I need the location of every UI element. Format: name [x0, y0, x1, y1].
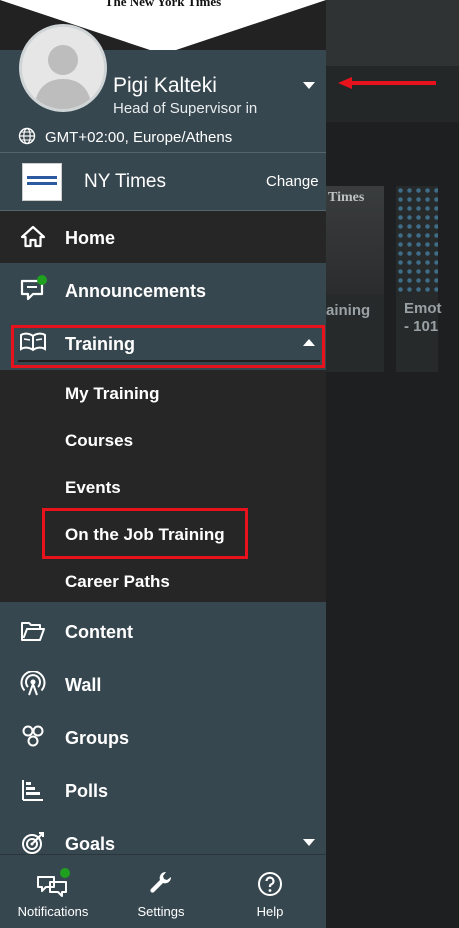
- broadcast-icon: [20, 671, 46, 696]
- nav-item-announcements-label: Announcements: [65, 281, 207, 301]
- highlight-box-on-the-job-training: [42, 508, 248, 559]
- organization-name: NY Times: [84, 171, 167, 192]
- settings-button[interactable]: Settings: [108, 855, 214, 928]
- background-card-emotional[interactable]: Emot - 101: [396, 186, 442, 372]
- user-role: Head of Supervisor in: [113, 100, 258, 117]
- training-submenu: [0, 370, 326, 602]
- target-icon: [22, 832, 44, 854]
- bottom-bar: Notifications Settings Help: [0, 854, 326, 928]
- help-label: Help: [256, 904, 284, 919]
- nav-item-home[interactable]: [0, 211, 326, 263]
- timezone-label: GMT+02:00, Europe/Athens: [45, 129, 233, 146]
- scroll-more-icon[interactable]: [303, 839, 315, 846]
- avatar-placeholder-icon: [22, 27, 104, 109]
- organization-logo-line: [27, 182, 57, 185]
- red-arrow-annotation: [338, 77, 436, 89]
- notifications-button[interactable]: Notifications: [0, 855, 106, 928]
- background-header: [326, 0, 459, 66]
- home-icon: [20, 225, 46, 248]
- background-card-logo: Times: [328, 190, 365, 205]
- user-name: Pigi Kalteki: [113, 74, 217, 97]
- nav-item-groups[interactable]: [0, 710, 326, 762]
- navigation-drawer: The New York Times Pigi Kalteki Head of …: [0, 0, 326, 928]
- profile-dropdown-icon[interactable]: [303, 82, 315, 89]
- background-card-title: Emot - 101: [404, 300, 442, 336]
- banner-logo: The New York Times: [104, 0, 222, 9]
- notifications-label: Notifications: [17, 904, 89, 919]
- poll-chart-icon: [22, 780, 43, 801]
- avatar[interactable]: [19, 24, 107, 112]
- nav-item-groups-label: Groups: [65, 728, 130, 748]
- folder-icon: [21, 622, 45, 641]
- nav-item-content-label: Content: [65, 622, 133, 642]
- submenu-item-my-training[interactable]: My Training: [65, 384, 159, 404]
- nav-item-wall-label: Wall: [65, 675, 102, 695]
- nav-item-home-label: Home: [65, 228, 116, 248]
- organization-logo: [22, 163, 62, 201]
- background-card-pattern-image: [396, 186, 438, 294]
- nav-item-wall[interactable]: [0, 657, 326, 709]
- change-organization-button[interactable]: Change: [266, 173, 319, 190]
- help-button[interactable]: Help: [216, 855, 324, 928]
- background-card-training[interactable]: Times aining: [326, 186, 384, 372]
- background-card-title-line1: Emot: [404, 300, 442, 317]
- nav-item-polls-label: Polls: [65, 781, 109, 801]
- nav-item-polls[interactable]: [0, 763, 326, 815]
- background-card-title: aining: [326, 302, 371, 319]
- nav-item-content[interactable]: [0, 604, 326, 656]
- unread-badge: [37, 275, 47, 285]
- organization-logo-line: [27, 176, 57, 179]
- submenu-item-events[interactable]: Events: [65, 478, 121, 498]
- background-toolbar: [326, 66, 459, 122]
- submenu-item-courses[interactable]: Courses: [65, 431, 133, 451]
- nav-item-goals-label: Goals: [65, 834, 116, 854]
- globe-icon: [18, 127, 36, 145]
- background-card-title-line2: - 101: [404, 318, 439, 335]
- help-icon: [258, 872, 282, 896]
- highlight-box-training: [11, 325, 325, 368]
- settings-label: Settings: [137, 904, 185, 919]
- groups-icon: [22, 725, 44, 747]
- submenu-item-career-paths[interactable]: Career Paths: [65, 572, 170, 592]
- wrench-icon: [150, 871, 172, 893]
- notifications-badge: [60, 868, 70, 878]
